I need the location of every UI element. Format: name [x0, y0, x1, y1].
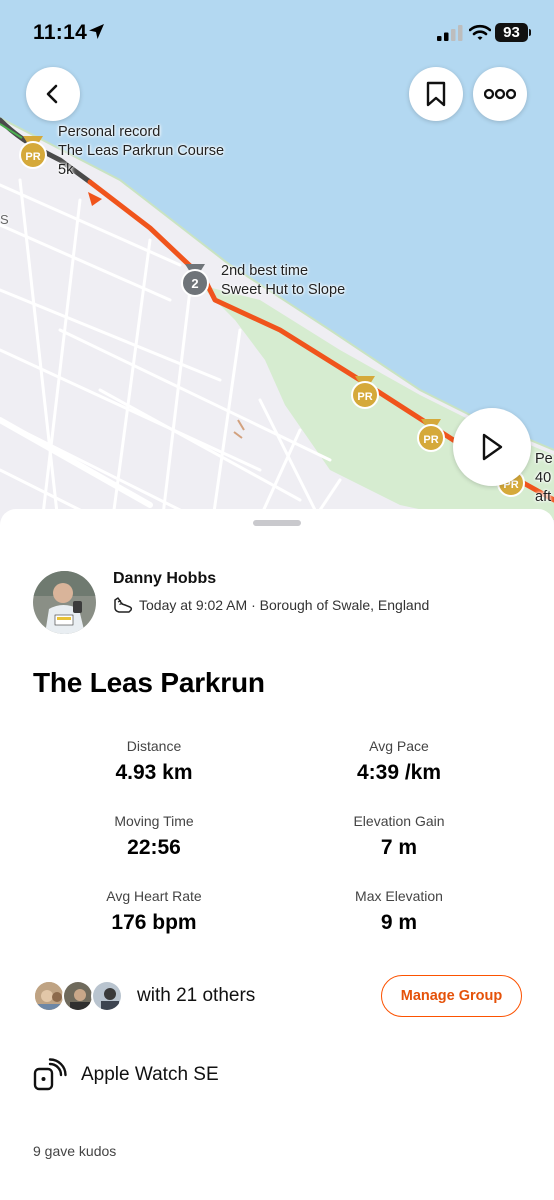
stat-moving-time: Moving Time 22:56 — [54, 813, 254, 860]
location-arrow-icon — [88, 23, 105, 45]
athlete-name[interactable]: Danny Hobbs — [113, 570, 216, 588]
avatar — [33, 980, 65, 1012]
watch-connected-icon — [33, 1058, 67, 1091]
status-time: 11:14 — [33, 21, 88, 44]
label-line: aft — [535, 489, 552, 505]
more-options-button[interactable] — [473, 67, 527, 121]
bookmark-icon — [426, 81, 446, 107]
stat-label: Distance — [126, 738, 182, 754]
play-icon — [482, 433, 503, 461]
stat-label: Avg Heart Rate — [106, 888, 202, 904]
svg-text:PR: PR — [25, 151, 40, 163]
battery-indicator: 93 — [495, 23, 528, 42]
label-line: Pe — [535, 451, 553, 467]
label-line: 2nd best time — [221, 263, 309, 279]
stat-max-elevation: Max Elevation 9 m — [299, 888, 499, 935]
label-line: 5k — [58, 162, 74, 178]
group-avatars[interactable] — [33, 980, 125, 1014]
cellular-signal-icon — [437, 25, 463, 46]
more-dots-icon — [484, 88, 516, 100]
play-flyover-button[interactable] — [453, 408, 531, 486]
back-button[interactable] — [26, 67, 80, 121]
kudos-count[interactable]: 9 gave kudos — [33, 1143, 116, 1159]
svg-text:PR: PR — [357, 391, 372, 403]
bookmark-button[interactable] — [409, 67, 463, 121]
avatar — [62, 980, 94, 1012]
segment-label-second-best: 2nd best time Sweet Hut to Slope — [221, 262, 345, 300]
avatar — [91, 980, 123, 1012]
route-map[interactable]: PR 2 PR PR PR S Personal record The Leas… — [0, 0, 554, 540]
segment-label-partial: Pe 40 aft — [535, 450, 553, 507]
svg-text:2: 2 — [191, 276, 198, 291]
manage-group-button[interactable]: Manage Group — [381, 975, 522, 1017]
device-row: Apple Watch SE — [33, 1057, 219, 1093]
stat-value: 9 m — [380, 911, 418, 934]
map-edge-label: S — [0, 212, 9, 227]
activity-meta-text: Today at 9:02 AM · Borough of Swale, Eng… — [139, 597, 430, 613]
stat-label: Max Elevation — [355, 888, 443, 904]
stat-value: 4:39 /km — [356, 761, 442, 784]
label-line: Sweet Hut to Slope — [221, 282, 346, 298]
stat-label: Elevation Gain — [353, 813, 445, 829]
svg-text:PR: PR — [423, 434, 438, 446]
activity-sheet: Danny Hobbs Today at 9:02 AM · Borough o… — [0, 509, 554, 1200]
avatar[interactable] — [33, 571, 96, 634]
stat-avg-pace: Avg Pace 4:39 /km — [299, 738, 499, 785]
stat-value: 4.93 km — [115, 761, 193, 784]
stat-value: 7 m — [380, 836, 418, 859]
activity-title: The Leas Parkrun — [33, 667, 265, 698]
chevron-left-icon — [46, 84, 58, 104]
group-text[interactable]: with 21 others — [137, 985, 255, 1007]
stat-label: Moving Time — [114, 813, 194, 829]
sheet-grabber[interactable] — [253, 520, 301, 526]
group-activity-row[interactable]: with 21 others Manage Group — [33, 975, 523, 1017]
stat-label: Avg Pace — [369, 738, 429, 754]
stat-elevation-gain: Elevation Gain 7 m — [299, 813, 499, 860]
running-shoe-icon — [114, 597, 133, 613]
label-line: Personal record — [58, 124, 161, 140]
label-line: The Leas Parkrun Course — [58, 143, 225, 159]
pr-medal-icon[interactable]: PR — [16, 134, 50, 175]
stat-value: 176 bpm — [111, 911, 197, 934]
stat-distance: Distance 4.93 km — [54, 738, 254, 785]
segment-label-personal-record: Personal record The Leas Parkrun Course … — [58, 123, 224, 180]
device-name: Apple Watch SE — [81, 1064, 219, 1085]
pr-medal-icon[interactable]: PR — [348, 374, 382, 415]
wifi-icon — [468, 24, 492, 46]
battery-tip — [529, 29, 531, 36]
second-place-medal-icon[interactable]: 2 — [178, 262, 212, 303]
status-bar: 11:14 93 — [0, 0, 554, 66]
activity-meta: Today at 9:02 AM · Borough of Swale, Eng… — [113, 596, 429, 614]
stat-avg-heart-rate: Avg Heart Rate 176 bpm — [54, 888, 254, 935]
pr-medal-icon[interactable]: PR — [414, 417, 448, 458]
stat-value: 22:56 — [127, 836, 181, 859]
label-line: 40 — [535, 470, 552, 486]
